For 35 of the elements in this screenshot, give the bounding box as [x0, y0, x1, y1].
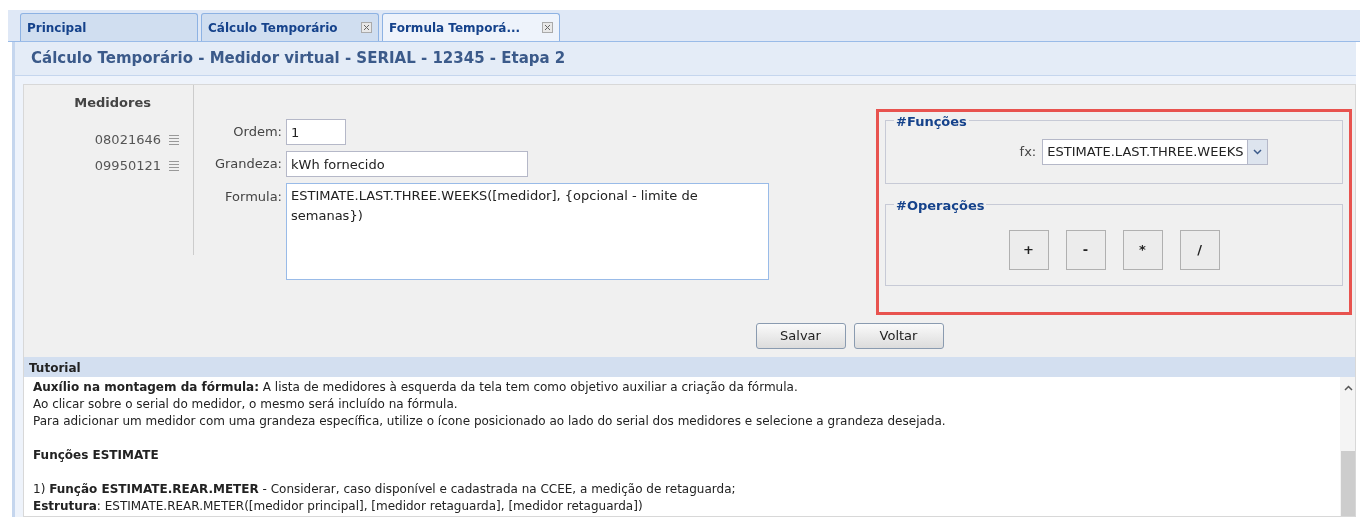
fx-label: fx:: [1019, 143, 1037, 162]
tutorial-text: Estrutura: ESTIMATE.REAR.METER([medidor principal], [medidor retaguarda], [medidor retaguarda]): [33, 498, 644, 515]
field-label: Ordem:: [232, 123, 282, 142]
meter-serial[interactable]: 08021646: [94, 129, 161, 150]
formula-field[interactable]: ESTIMATE.LAST.THREE.WEEKS([medidor], {opcional - limite de semanas}): [286, 183, 769, 280]
medidores-title: Medidores: [74, 94, 151, 112]
tutorial-header: Tutorial: [24, 357, 1355, 377]
action-button[interactable]: Voltar: [853, 323, 944, 349]
tutorial-text: Auxílio na montagem da fórmula: A lista de medidores à esquerda da tela tem como objetivo auxiliar a criação da fórmula.: [33, 379, 799, 396]
chevron-up-icon[interactable]: [1343, 385, 1353, 391]
field-label: Grandeza:: [213, 155, 282, 174]
tutorial-text: 1) Função ESTIMATE.REAR.METER - Considerar, caso disponível e cadastrada na CCEE, a medição de retaguarda;: [33, 481, 737, 498]
scrollbar-thumb[interactable]: [1341, 451, 1355, 516]
tab[interactable]: Formula Temporá...: [382, 13, 560, 41]
tutorial-text: Ao clicar sobre o serial do medidor, o mesmo será incluído na fórmula.: [33, 396, 459, 413]
tutorial-heading: Funções ESTIMATE: [33, 447, 160, 464]
tab[interactable]: Principal: [20, 13, 198, 41]
operator-button[interactable]: /: [1179, 230, 1220, 270]
menu-icon[interactable]: [169, 133, 179, 146]
action-button[interactable]: Salvar: [755, 323, 846, 349]
close-icon[interactable]: [542, 22, 553, 33]
chevron-down-icon: [1253, 149, 1263, 155]
menu-icon[interactable]: [169, 159, 179, 172]
ordem-field[interactable]: 1: [286, 119, 346, 145]
function-select[interactable]: ESTIMATE.LAST.THREE.WEEKS: [1042, 139, 1269, 165]
tab[interactable]: Cálculo Temporário: [201, 13, 379, 41]
meter-serial[interactable]: 09950121: [94, 155, 161, 176]
field-label: Formula:: [224, 188, 282, 206]
tutorial-text: Para adicionar um medidor com uma grandeza específica, utilize o ícone posicionado ao lado do serial dos medidores e selecione a grandeza desejada.: [33, 413, 947, 430]
operator-button[interactable]: *: [1122, 230, 1163, 270]
operator-button[interactable]: -: [1065, 230, 1106, 270]
operator-button[interactable]: +: [1008, 230, 1049, 270]
panel-title: Cálculo Temporário - Medidor virtual - SERIAL - 12345 - Etapa 2: [15, 42, 1356, 76]
grandeza-field[interactable]: kWh fornecido: [286, 151, 528, 177]
close-icon[interactable]: [361, 22, 372, 33]
